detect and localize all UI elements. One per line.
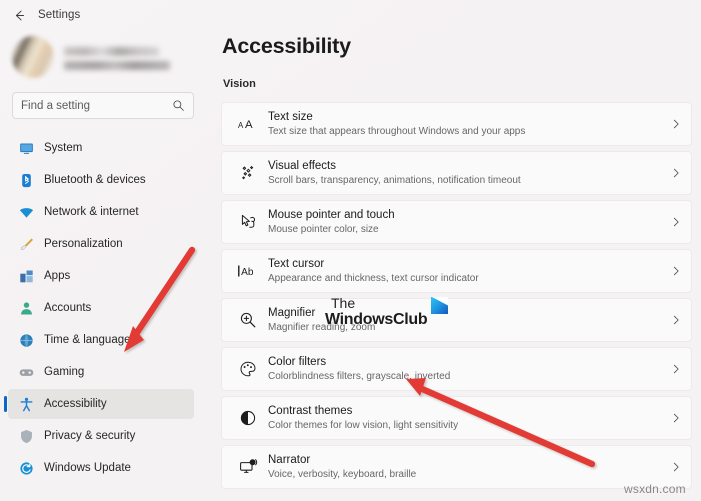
sidebar-item-label: Personalization bbox=[44, 238, 123, 250]
chevron-right-icon[interactable] bbox=[661, 315, 691, 325]
navigation-pane: Find a setting System Bluetooth & devi bbox=[0, 30, 206, 501]
card-subtitle: Colorblindness filters, grayscale, inver… bbox=[268, 370, 661, 383]
clock-globe-icon bbox=[18, 332, 34, 348]
card-title: Mouse pointer and touch bbox=[268, 208, 661, 222]
sidebar-item-accounts[interactable]: Accounts bbox=[8, 293, 194, 323]
chevron-right-icon[interactable] bbox=[661, 266, 691, 276]
card-text-size[interactable]: AA Text size Text size that appears thro… bbox=[221, 102, 692, 146]
profile-name-redacted bbox=[64, 47, 159, 56]
svg-text:A: A bbox=[238, 121, 244, 130]
profile-email-redacted bbox=[64, 61, 170, 70]
card-title: Color filters bbox=[268, 355, 661, 369]
settings-card-list: AA Text size Text size that appears thro… bbox=[221, 102, 692, 494]
sidebar-item-label: Accessibility bbox=[44, 398, 107, 410]
sidebar-item-label: Apps bbox=[44, 270, 70, 282]
sidebar-item-label: Accounts bbox=[44, 302, 91, 314]
magnifier-zoom-in-icon bbox=[234, 311, 262, 329]
sidebar-item-system[interactable]: System bbox=[8, 133, 194, 163]
card-subtitle: Scroll bars, transparency, animations, n… bbox=[268, 174, 661, 187]
card-title: Text cursor bbox=[268, 257, 661, 271]
card-magnifier[interactable]: Magnifier Magnifier reading, zoom bbox=[221, 298, 692, 342]
card-title: Magnifier bbox=[268, 306, 661, 320]
card-subtitle: Appearance and thickness, text cursor in… bbox=[268, 272, 661, 285]
update-refresh-icon bbox=[18, 460, 34, 476]
chevron-right-icon[interactable] bbox=[661, 413, 691, 423]
card-subtitle: Text size that appears throughout Window… bbox=[268, 125, 661, 138]
wifi-icon bbox=[18, 204, 34, 220]
sidebar-item-label: Bluetooth & devices bbox=[44, 174, 146, 186]
chevron-right-icon[interactable] bbox=[661, 364, 691, 374]
sidebar-item-windows-update[interactable]: Windows Update bbox=[8, 453, 194, 483]
narrator-monitor-sound-icon bbox=[234, 458, 262, 476]
card-title: Text size bbox=[268, 110, 661, 124]
page-title: Accessibility bbox=[222, 34, 351, 59]
card-contrast-themes[interactable]: Contrast themes Color themes for low vis… bbox=[221, 396, 692, 440]
shield-icon bbox=[18, 428, 34, 444]
sidebar-item-label: Privacy & security bbox=[44, 430, 135, 442]
search-input[interactable]: Find a setting bbox=[12, 92, 194, 119]
back-button[interactable] bbox=[6, 2, 32, 28]
person-icon bbox=[18, 300, 34, 316]
settings-window: Settings Find a setting bbox=[0, 0, 701, 501]
wsxdn-watermark: wsxdn.com bbox=[624, 482, 686, 496]
chevron-right-icon[interactable] bbox=[661, 217, 691, 227]
sidebar-item-label: Gaming bbox=[44, 366, 84, 378]
sidebar-item-bluetooth-devices[interactable]: Bluetooth & devices bbox=[8, 165, 194, 195]
card-narrator[interactable]: Narrator Voice, verbosity, keyboard, bra… bbox=[221, 445, 692, 489]
gamepad-icon bbox=[18, 364, 34, 380]
card-subtitle: Mouse pointer color, size bbox=[268, 223, 661, 236]
bluetooth-icon bbox=[18, 172, 34, 188]
card-subtitle: Voice, verbosity, keyboard, braille bbox=[268, 468, 661, 481]
svg-text:A: A bbox=[245, 119, 253, 131]
card-text-cursor[interactable]: Ab Text cursor Appearance and thickness,… bbox=[221, 249, 692, 293]
card-mouse-pointer-and-touch[interactable]: Mouse pointer and touch Mouse pointer co… bbox=[221, 200, 692, 244]
sidebar-item-label: Windows Update bbox=[44, 462, 131, 474]
sidebar-item-network-internet[interactable]: Network & internet bbox=[8, 197, 194, 227]
accessibility-person-icon bbox=[18, 396, 34, 412]
sparkle-effects-icon bbox=[234, 164, 262, 182]
text-size-aa-icon: AA bbox=[234, 116, 262, 132]
sidebar-item-accessibility[interactable]: Accessibility bbox=[8, 389, 194, 419]
mouse-pointer-icon bbox=[234, 213, 262, 231]
sidebar-item-label: Time & language bbox=[44, 334, 131, 346]
chevron-right-icon[interactable] bbox=[661, 462, 691, 472]
color-palette-icon bbox=[234, 360, 262, 378]
sidebar-item-label: System bbox=[44, 142, 82, 154]
monitor-icon bbox=[18, 140, 34, 156]
search-icon bbox=[172, 99, 185, 112]
chevron-right-icon[interactable] bbox=[661, 168, 691, 178]
card-title: Narrator bbox=[268, 453, 661, 467]
chevron-right-icon[interactable] bbox=[661, 119, 691, 129]
back-arrow-icon bbox=[13, 9, 26, 22]
svg-text:Ab: Ab bbox=[241, 267, 254, 278]
sidebar-item-apps[interactable]: Apps bbox=[8, 261, 194, 291]
card-title: Contrast themes bbox=[268, 404, 661, 418]
apps-grid-icon bbox=[18, 268, 34, 284]
user-profile[interactable] bbox=[12, 36, 170, 78]
sidebar-item-privacy-security[interactable]: Privacy & security bbox=[8, 421, 194, 451]
title-bar: Settings bbox=[0, 0, 701, 30]
sidebar-nav-list: System Bluetooth & devices Network & int… bbox=[0, 133, 206, 485]
sidebar-item-time-language[interactable]: Time & language bbox=[8, 325, 194, 355]
card-visual-effects[interactable]: Visual effects Scroll bars, transparency… bbox=[221, 151, 692, 195]
window-title: Settings bbox=[38, 9, 80, 21]
text-cursor-ab-icon: Ab bbox=[234, 263, 262, 279]
sidebar-item-label: Network & internet bbox=[44, 206, 139, 218]
card-subtitle: Color themes for low vision, light sensi… bbox=[268, 419, 661, 432]
contrast-half-circle-icon bbox=[234, 409, 262, 427]
sidebar-item-personalization[interactable]: Personalization bbox=[8, 229, 194, 259]
search-placeholder: Find a setting bbox=[21, 100, 172, 112]
paintbrush-icon bbox=[18, 236, 34, 252]
section-label-vision: Vision bbox=[223, 78, 256, 90]
card-color-filters[interactable]: Color filters Colorblindness filters, gr… bbox=[221, 347, 692, 391]
content-pane: Accessibility Vision AA Text size Text s… bbox=[206, 30, 701, 501]
profile-text bbox=[64, 45, 170, 70]
sidebar-item-gaming[interactable]: Gaming bbox=[8, 357, 194, 387]
card-subtitle: Magnifier reading, zoom bbox=[268, 321, 661, 334]
card-title: Visual effects bbox=[268, 159, 661, 173]
avatar bbox=[12, 36, 54, 78]
